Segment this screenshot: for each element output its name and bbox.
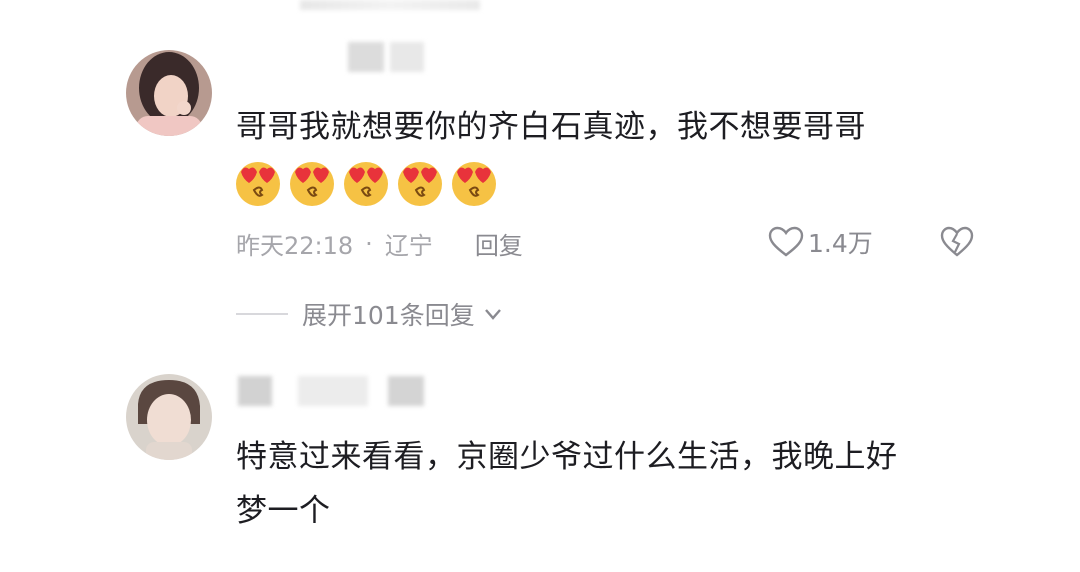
- previous-comment-fragment: [300, 0, 480, 10]
- username-redacted: [238, 376, 438, 406]
- avatar[interactable]: [126, 50, 212, 136]
- comment-meta: 昨天22:18 · 辽宁 回复: [236, 226, 523, 261]
- reply-button[interactable]: 回复: [475, 226, 523, 261]
- expand-replies-label: 展开101条回复: [302, 301, 475, 330]
- comment-text-continued: 梦一个: [236, 493, 331, 529]
- meta-separator: ·: [365, 229, 373, 258]
- avatar[interactable]: [126, 374, 212, 460]
- emoji-row: [232, 156, 500, 208]
- heart-outline-icon: [768, 226, 804, 257]
- heart-eyes-emoji: [290, 162, 334, 206]
- broken-heart-icon: [940, 226, 974, 257]
- comment-text: 特意过来看看，京圈少爷过什么生活，我晚上好: [236, 439, 898, 475]
- comment-time: 昨天22:18: [236, 232, 354, 260]
- username-redacted: [348, 42, 424, 72]
- chevron-down-icon: [484, 309, 501, 320]
- divider: [236, 313, 288, 315]
- dislike-button[interactable]: [940, 226, 974, 262]
- comment-location: 辽宁: [384, 232, 433, 260]
- like-count: 1.4万: [808, 229, 873, 258]
- heart-eyes-emoji: [452, 162, 496, 206]
- like-button[interactable]: 1.4万: [768, 224, 873, 260]
- expand-replies-button[interactable]: 展开101条回复: [236, 296, 505, 332]
- heart-eyes-emoji: [398, 162, 442, 206]
- comment-text: 哥哥我就想要你的齐白石真迹，我不想要哥哥: [236, 109, 866, 145]
- heart-eyes-emoji: [344, 162, 388, 206]
- heart-eyes-emoji: [236, 162, 280, 206]
